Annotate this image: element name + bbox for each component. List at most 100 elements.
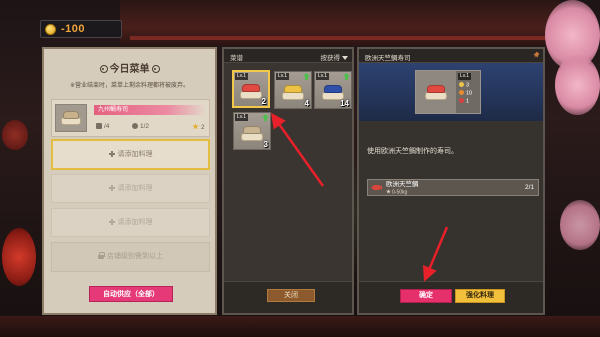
chevron-down-icon	[342, 56, 348, 60]
sakura-tree	[555, 55, 600, 115]
star-value: 2	[201, 124, 205, 131]
level-tag: Lv.1	[316, 73, 330, 80]
lantern-decoration	[2, 120, 28, 150]
star-icon	[192, 123, 199, 130]
menu-title: 今日菜单	[44, 60, 215, 75]
servings-stat: /4	[96, 123, 109, 131]
sushi-icon	[322, 85, 344, 100]
pin-icon[interactable]	[532, 51, 541, 60]
level-tag: Lv.1	[235, 114, 249, 121]
detail-thumbnail	[416, 71, 456, 113]
detail-stat: 10	[459, 90, 472, 98]
sushi-icon	[240, 84, 262, 99]
todays-menu-panel: 今日菜单 ※营业结束时，菜单上剩余料理都将被废弃。 九州鲷寿司 /4 1/2 2…	[42, 47, 217, 315]
plus-icon	[108, 218, 115, 225]
coin-value: -100	[61, 23, 86, 35]
star-stat: 2	[192, 123, 205, 132]
roof-beam	[130, 36, 550, 40]
add-dish-slot[interactable]: 请添加料理	[51, 208, 210, 237]
recipe-card[interactable]: Lv.1 2	[232, 70, 270, 108]
coin-counter: -100	[40, 20, 122, 38]
level-tag: Lv.1	[235, 73, 249, 80]
coin-icon	[45, 24, 56, 35]
ingredient-weight: 0-50kg	[386, 189, 407, 196]
detail-description: 使用欧洲天竺鲷制作的寿司。	[367, 148, 458, 155]
floor	[0, 316, 600, 337]
detail-stat: 1	[459, 98, 469, 106]
recipe-count: 4	[304, 99, 309, 108]
detail-stat-value: 10	[466, 90, 473, 97]
menu-title-text: 今日菜单	[109, 64, 150, 75]
recipe-count: 2	[261, 97, 266, 106]
ingredient-row[interactable]: 欧洲天竺鲷 0-50kg 2/1	[367, 179, 539, 196]
locked-slot: 店铺级别需到以上	[51, 242, 210, 272]
ratio-value: 1/2	[140, 123, 150, 130]
level-tag: Lv.1	[276, 73, 290, 80]
menu-item-thumbnail	[55, 104, 87, 132]
lantern-decoration	[2, 228, 36, 286]
locked-slot-label: 店铺级别需到以上	[107, 253, 163, 260]
add-dish-slot[interactable]: 请添加料理	[51, 139, 210, 170]
detail-stat-value: 3	[466, 82, 470, 89]
ingredient-icon	[132, 123, 138, 129]
recipe-card[interactable]: Lv.1 3	[233, 112, 271, 150]
ingredient-weight-value: 0-50kg	[392, 189, 408, 196]
recipe-panel: 菜谱 按获得 Lv.1 2 Lv.1 4 Lv.1 14 Lv.1 3 关闭	[222, 47, 354, 315]
detail-card: Lv.1 3 10 1	[415, 70, 481, 114]
confirm-button[interactable]: 确定	[400, 289, 452, 303]
detail-level-tag: Lv.1	[458, 73, 472, 80]
sakura-tree	[560, 200, 600, 250]
auto-supply-button[interactable]: 自动供应（全部）	[89, 286, 173, 302]
sushi-topping	[242, 126, 262, 135]
ratio-stat: 1/2	[132, 123, 149, 131]
sushi-topping	[283, 85, 303, 94]
menu-item[interactable]: 九州鲷寿司 /4 1/2 2	[51, 99, 210, 137]
upgrade-dish-button[interactable]: 强化料理	[455, 289, 505, 303]
recipe-panel-title: 菜谱	[230, 55, 243, 62]
ingredient-icon	[459, 98, 464, 103]
detail-stat: 3	[459, 82, 469, 90]
menu-item-name: 九州鲷寿司	[94, 105, 206, 115]
recipe-count: 14	[340, 99, 349, 108]
detail-panel-header: 欧洲天竺鲷寿司	[359, 49, 543, 63]
ingredient-amount: 2/1	[524, 184, 534, 191]
new-badge-icon	[262, 114, 269, 121]
ingredient-name: 欧洲天竺鲷	[386, 181, 419, 188]
servings-icon	[96, 123, 102, 129]
recipe-card[interactable]: Lv.1 14	[314, 71, 352, 109]
sushi-topping	[241, 84, 261, 93]
menu-notice: ※营业结束时，菜单上剩余料理都将被废弃。	[69, 83, 190, 89]
fish-icon	[371, 185, 382, 190]
sushi-icon	[282, 85, 304, 100]
add-dish-label: 请添加料理	[117, 185, 153, 192]
sort-label: 按获得	[320, 55, 341, 62]
coin-icon	[459, 82, 464, 87]
sushi-icon	[241, 126, 263, 141]
new-badge-icon	[343, 73, 350, 80]
sushi-icon	[425, 85, 447, 100]
servings-value: /4	[104, 123, 110, 130]
add-dish-slot[interactable]: 请添加料理	[51, 174, 210, 203]
detail-stat-value: 1	[466, 98, 470, 105]
sushi-icon	[61, 111, 81, 125]
sushi-topping	[426, 85, 446, 94]
recipe-detail-panel: 欧洲天竺鲷寿司 Lv.1 3 10 1 使用欧洲天竺鲷制作的寿司。 欧洲天竺鲷 …	[357, 47, 545, 315]
recipe-count: 3	[263, 140, 268, 149]
star-icon	[386, 189, 391, 194]
lock-icon	[98, 252, 105, 259]
sort-dropdown[interactable]: 按获得	[320, 52, 348, 62]
recipe-panel-header: 菜谱 按获得	[224, 49, 352, 63]
recipe-card[interactable]: Lv.1 4	[274, 71, 312, 109]
plus-icon	[108, 150, 115, 157]
ornament-icon	[99, 65, 108, 74]
flavor-icon	[459, 90, 464, 95]
add-dish-label: 请添加料理	[117, 219, 153, 226]
plus-icon	[108, 184, 115, 191]
new-badge-icon	[303, 73, 310, 80]
detail-title: 欧洲天竺鲷寿司	[365, 55, 411, 62]
ornament-icon	[151, 65, 160, 74]
sushi-topping	[323, 85, 343, 94]
add-dish-label: 请添加料理	[117, 151, 153, 158]
close-button[interactable]: 关闭	[267, 289, 315, 302]
sushi-topping	[62, 111, 80, 119]
